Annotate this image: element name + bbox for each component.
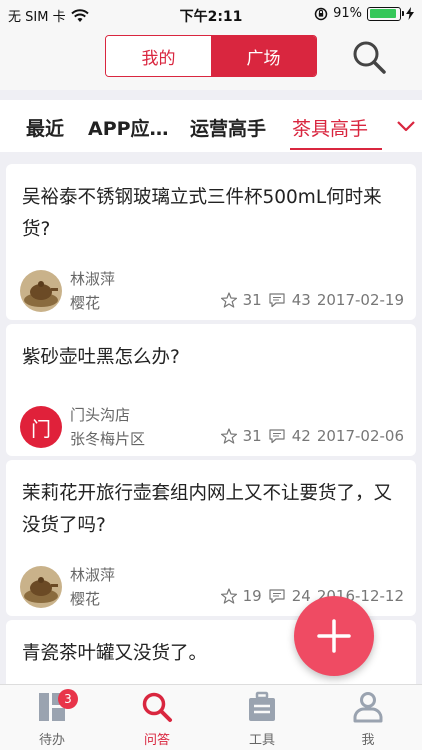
battery-percent: 91% (333, 6, 362, 21)
category-tabs: 最近 APP应… 运营高手 茶具高手 (0, 100, 422, 152)
author-location: 张冬梅片区 (70, 430, 146, 448)
bottom-tab-bar: 3 待办 问答 工具 我 (0, 684, 422, 750)
status-bar: 无 SIM 卡 下午2:11 91% (0, 0, 422, 30)
chevron-down-icon[interactable] (396, 116, 416, 136)
star-icon (220, 588, 237, 604)
author-name: 林淑萍 (70, 566, 116, 584)
briefcase-icon (249, 691, 275, 721)
post-title: 茉莉花开旅行壶套组内网上又不让要货了，又没货了吗? (22, 483, 393, 536)
star-count: 31 (242, 427, 262, 445)
comment-count: 43 (291, 291, 311, 309)
charging-icon (406, 7, 414, 20)
author-name: 林淑萍 (70, 270, 116, 288)
author-location: 樱花 (70, 294, 101, 312)
search-icon[interactable] (350, 38, 388, 76)
post-card[interactable]: 吴裕泰不锈钢玻璃立式三件杯500mL何时来货? 林淑萍 樱花 31 43 201… (6, 164, 416, 320)
comment-icon (269, 293, 285, 308)
comment-count: 42 (291, 427, 311, 445)
plus-icon (317, 619, 351, 653)
nav-header: 我的 广场 (0, 30, 422, 90)
avatar: 门 (20, 406, 62, 448)
star-icon (220, 428, 237, 444)
tab-recent[interactable]: 最近 (26, 114, 64, 141)
star-icon (220, 292, 237, 308)
tab-label: 工具 (248, 733, 275, 748)
segment-mine[interactable]: 我的 (106, 36, 211, 76)
comment-icon (269, 429, 285, 444)
tab-label: 问答 (143, 733, 170, 748)
post-title: 紫砂壶吐黑怎么办? (22, 347, 180, 368)
tab-tea-ware[interactable]: 茶具高手 (292, 114, 368, 141)
status-right: 91% (314, 6, 414, 21)
avatar (20, 270, 62, 312)
post-card[interactable]: 茉莉花开旅行壶套组内网上又不让要货了，又没货了吗? 林淑萍 樱花 19 24 2… (6, 460, 416, 616)
avatar (20, 566, 62, 608)
tab-operations[interactable]: 运营高手 (190, 114, 266, 141)
add-post-button[interactable] (294, 596, 374, 676)
tab-app[interactable]: APP应… (88, 114, 169, 141)
tab-qa[interactable]: 问答 (117, 691, 197, 748)
tab-tools[interactable]: 工具 (222, 691, 302, 748)
search-icon (142, 692, 172, 722)
author-location: 樱花 (70, 590, 101, 608)
post-meta: 31 42 2017-02-06 (220, 427, 404, 445)
post-title: 吴裕泰不锈钢玻璃立式三件杯500mL何时来货? (22, 187, 382, 240)
tab-me[interactable]: 我 (328, 691, 408, 748)
author-name: 门头沟店 (70, 406, 131, 424)
todo-badge: 3 (58, 689, 78, 709)
star-count: 31 (242, 291, 262, 309)
post-meta: 31 43 2017-02-19 (220, 291, 404, 309)
comment-icon (269, 589, 285, 604)
comment-count: 24 (291, 587, 311, 605)
post-date: 2017-02-06 (316, 427, 404, 445)
segment-square[interactable]: 广场 (211, 36, 316, 76)
post-date: 2017-02-19 (316, 291, 404, 309)
tab-indicator (290, 148, 382, 150)
tab-todo[interactable]: 3 待办 (12, 689, 92, 748)
rotation-lock-icon (314, 7, 328, 20)
star-count: 19 (242, 587, 262, 605)
post-card[interactable]: 紫砂壶吐黑怎么办? 门 门头沟店 张冬梅片区 31 42 2017-02-06 (6, 324, 416, 456)
person-icon (353, 692, 383, 723)
tab-label: 待办 (38, 733, 65, 748)
tab-label: 我 (361, 733, 375, 748)
segment-control: 我的 广场 (105, 35, 317, 77)
battery-icon (367, 6, 404, 21)
